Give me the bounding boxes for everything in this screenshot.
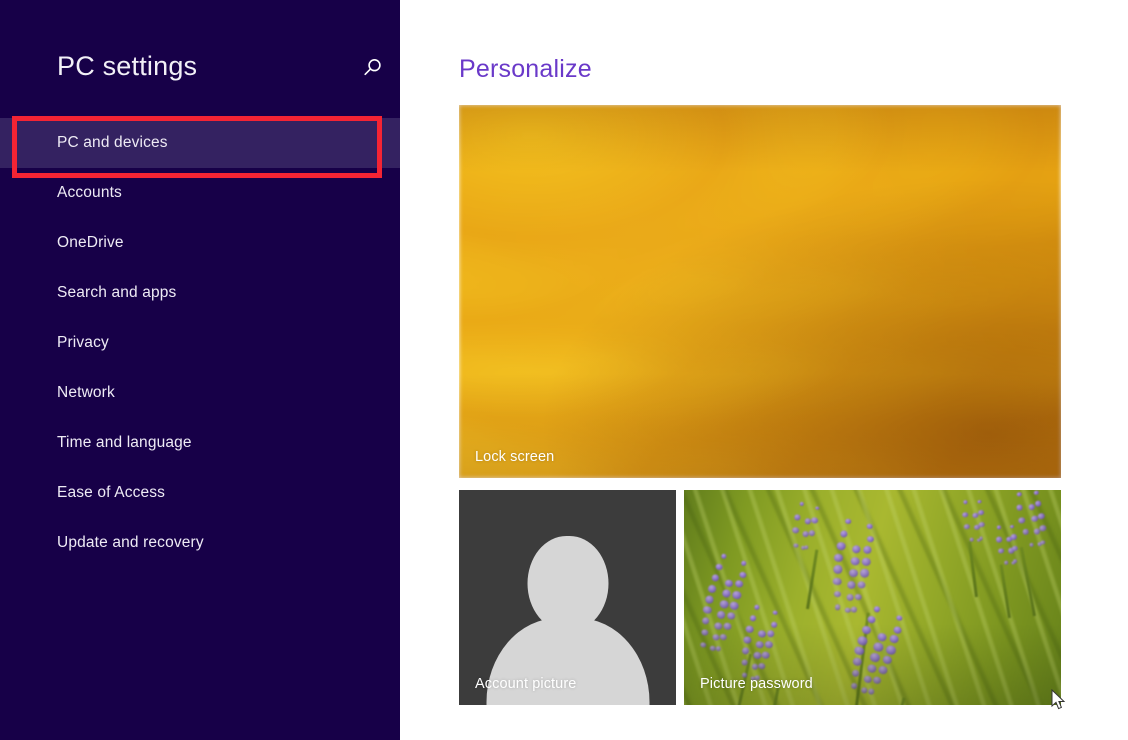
sidebar-item-pc-and-devices[interactable]: PC and devices xyxy=(0,118,400,168)
sidebar-item-label: Update and recovery xyxy=(57,534,204,551)
sidebar-item-label: Time and language xyxy=(57,434,192,451)
lavender-shadow-overlay xyxy=(684,490,1061,705)
search-icon[interactable] xyxy=(358,54,386,82)
avatar-head-icon xyxy=(527,536,608,631)
sidebar-item-label: Search and apps xyxy=(57,284,177,301)
sidebar-header: PC settings xyxy=(0,46,400,94)
sidebar-item-time-and-language[interactable]: Time and language xyxy=(0,418,400,468)
sidebar-item-label: OneDrive xyxy=(57,234,124,251)
sidebar-item-search-and-apps[interactable]: Search and apps xyxy=(0,268,400,318)
tile-account-picture[interactable]: Account picture xyxy=(459,490,676,705)
sidebar-item-label: Ease of Access xyxy=(57,484,166,501)
tile-label: Picture password xyxy=(700,676,813,692)
sidebar-item-ease-of-access[interactable]: Ease of Access xyxy=(0,468,400,518)
sidebar-item-network[interactable]: Network xyxy=(0,368,400,418)
sidebar: PC settings PC and devices Accounts OneD… xyxy=(0,0,400,740)
tile-label: Account picture xyxy=(475,676,577,692)
tile-picture-password[interactable]: Picture password xyxy=(684,490,1061,705)
tile-label: Lock screen xyxy=(475,449,555,465)
sidebar-item-label: Privacy xyxy=(57,334,109,351)
sidebar-nav: PC and devices Accounts OneDrive Search … xyxy=(0,118,400,568)
tile-lock-screen[interactable]: Lock screen xyxy=(459,105,1061,478)
avatar xyxy=(459,490,676,705)
sidebar-item-label: Network xyxy=(57,384,115,401)
main-content: Personalize Lock screen Account picture … xyxy=(400,0,1128,740)
sidebar-item-privacy[interactable]: Privacy xyxy=(0,318,400,368)
sidebar-item-update-and-recovery[interactable]: Update and recovery xyxy=(0,518,400,568)
sidebar-item-label: PC and devices xyxy=(57,134,168,151)
sidebar-item-onedrive[interactable]: OneDrive xyxy=(0,218,400,268)
sidebar-item-accounts[interactable]: Accounts xyxy=(0,168,400,218)
personalize-heading: Personalize xyxy=(459,55,592,83)
page-title: PC settings xyxy=(57,51,198,81)
pc-settings-screen: PC settings PC and devices Accounts OneD… xyxy=(0,0,1128,740)
sidebar-item-label: Accounts xyxy=(57,184,122,201)
honeycomb-vignette xyxy=(459,105,1061,478)
